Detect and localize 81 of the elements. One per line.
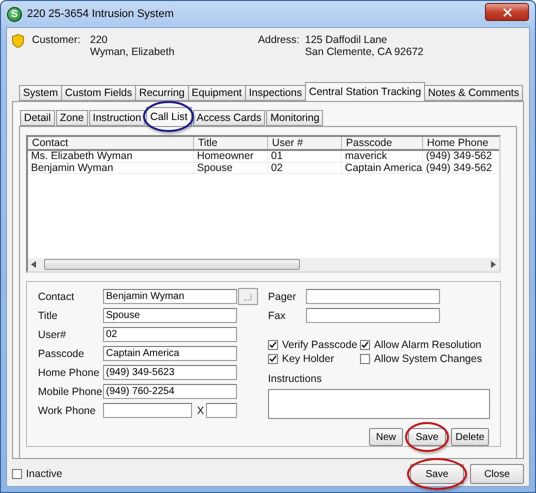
table-cell: (949) 349-562 [423,162,499,173]
horizontal-scrollbar[interactable] [28,258,499,271]
address-label: Address: [258,34,300,48]
table-cell: maverick [342,151,423,162]
form-button[interactable]: New [369,428,403,446]
browse-button[interactable] [238,288,258,305]
field-label: Mobile Phone [38,386,103,398]
tab[interactable]: Recurring [135,85,189,101]
scroll-right-icon[interactable] [491,261,496,268]
instructions-field[interactable] [268,389,490,419]
input-field[interactable] [103,403,192,418]
customer-name: Wyman, Elizabeth [90,46,176,58]
instructions-label: Instructions [268,373,323,385]
table-cell: Benjamin Wyman [28,162,194,173]
checkbox[interactable] [360,354,370,364]
checkbox-label: Inactive [26,468,62,480]
tab[interactable]: Access Cards [192,110,266,126]
field-label: Contact [38,290,76,302]
tab[interactable]: Central Station Tracking [304,82,426,101]
checkbox[interactable] [360,340,370,350]
tab[interactable]: Monitoring [266,110,324,126]
checkbox-label: Key Holder [282,353,334,365]
input-field[interactable]: Benjamin Wyman [103,289,237,304]
column-header[interactable]: Contact [28,137,194,149]
column-header[interactable]: Home Phone [423,137,499,149]
table-cell: Spouse [194,162,268,173]
input-field[interactable]: (949) 760-2254 [103,384,237,399]
column-header[interactable]: User # [268,137,342,149]
field-label: Title [38,310,58,322]
extension-label: X [197,404,204,416]
tab[interactable]: Notes & Comments [424,85,524,101]
field-label: User# [38,328,68,340]
column-header[interactable]: Title [194,137,268,149]
table-cell: 01 [268,151,342,162]
address-line: San Clemente, CA 92672 [305,46,424,58]
dialog-button[interactable]: Close [470,464,524,484]
close-icon [500,6,514,18]
form-button[interactable]: Save [408,428,446,446]
input-field[interactable]: Captain America [103,346,237,361]
address-line: 125 Daffodil Lane [305,34,388,46]
checkbox[interactable] [268,340,278,350]
window-title: 220 25-3654 Intrusion System [27,8,175,20]
checkbox-label: Allow Alarm Resolution [374,339,482,351]
tab[interactable]: Call List [146,107,192,126]
checkbox[interactable] [268,354,278,364]
tab[interactable]: Inspections [244,85,306,101]
table-cell: Ms. Elizabeth Wyman [28,151,194,162]
shield-icon [12,34,24,48]
form-button[interactable]: Delete [451,428,489,446]
field-label: Passcode [38,348,86,360]
input-field[interactable] [306,289,440,304]
customer-label: Customer: [32,34,82,48]
column-header[interactable]: Passcode [342,137,423,149]
field-label: Pager [268,290,298,302]
tab[interactable]: Custom Fields [61,85,136,101]
input-field[interactable]: 02 [103,327,237,342]
input-field[interactable]: Spouse [103,308,237,323]
table-cell: 02 [268,162,342,173]
checkbox-label: Verify Passcode [282,339,358,351]
customer-number: 220 [90,34,109,46]
table-cell: (949) 349-562 [423,151,499,162]
dots-icon [243,293,253,301]
app-logo: S [7,6,22,22]
field-label: Work Phone [38,404,97,416]
input-field[interactable]: (949) 349-5623 [103,365,237,380]
extension-field[interactable] [206,403,238,418]
checkbox-label: Allow System Changes [374,353,482,365]
tab[interactable]: Zone [56,110,88,126]
dialog-button[interactable]: Save [410,464,464,484]
tab[interactable]: Equipment [188,85,246,101]
table-cell: Captain America [342,162,423,173]
scroll-left-icon[interactable] [31,261,36,268]
tab[interactable]: Instruction [88,110,146,126]
table-cell: Homeowner [194,151,268,162]
field-label: Home Phone [38,366,100,378]
checkbox[interactable] [12,469,22,479]
tab[interactable]: System [19,85,62,101]
input-field[interactable] [306,308,440,323]
field-label: Fax [268,310,287,322]
tab[interactable]: Detail [20,110,55,126]
close-button[interactable] [485,3,529,21]
